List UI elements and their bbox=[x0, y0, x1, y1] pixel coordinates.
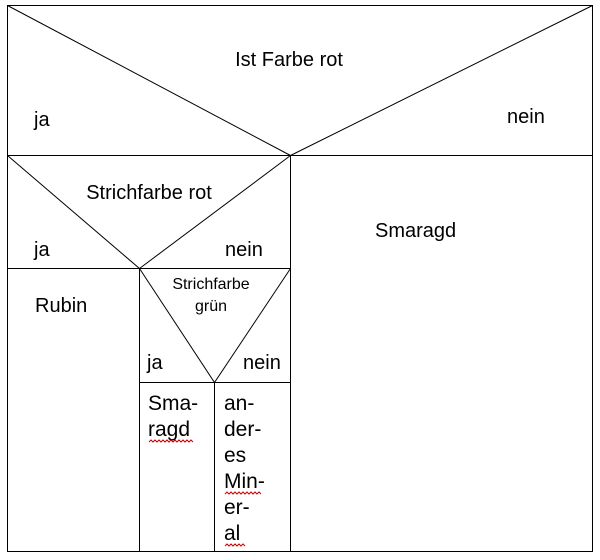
result-smaragd-line-2: ragd bbox=[148, 418, 190, 441]
level1-right-diagonal bbox=[139, 155, 291, 269]
spellcheck-underline-min bbox=[224, 491, 262, 495]
spellcheck-underline-al bbox=[224, 543, 246, 547]
result-smaragd-no-branch: Smaragd bbox=[375, 220, 456, 242]
level2-condition-line1: Strichfarbe bbox=[172, 276, 249, 293]
level1-condition: Strichfarbe rot bbox=[86, 182, 212, 204]
level1-yes-label: ja bbox=[33, 239, 50, 261]
root-condition: Ist Farbe rot bbox=[235, 49, 343, 71]
level2-condition-line2: grün bbox=[195, 298, 227, 315]
result-anderes-mineral-line-3: es bbox=[224, 444, 246, 467]
struktogramm: Ist Farbe rot ja nein Smaragd Strichfarb… bbox=[7, 5, 593, 552]
result-rubin: Rubin bbox=[35, 295, 87, 317]
root-left-diagonal bbox=[7, 5, 291, 156]
root-yes-label: ja bbox=[33, 109, 50, 131]
result-anderes-mineral-line-2: der- bbox=[224, 418, 261, 441]
root-no-label: nein bbox=[507, 106, 545, 128]
outer-frame bbox=[7, 5, 593, 552]
result-anderes-mineral-line-4: Min- bbox=[224, 470, 265, 493]
result-anderes-mineral-line-5: er- bbox=[224, 496, 250, 519]
level1-no-label: nein bbox=[225, 239, 263, 261]
level1-left-diagonal bbox=[7, 155, 140, 269]
result-smaragd-line-1: Sma- bbox=[148, 392, 198, 415]
level2-no-label: nein bbox=[243, 352, 281, 374]
spellcheck-underline-ragd bbox=[148, 439, 194, 443]
result-anderes-mineral-line-1: an- bbox=[224, 392, 254, 415]
level2-yes-label: ja bbox=[146, 352, 163, 374]
root-right-diagonal bbox=[290, 5, 593, 156]
result-anderes-mineral-line-6: al bbox=[224, 522, 240, 545]
